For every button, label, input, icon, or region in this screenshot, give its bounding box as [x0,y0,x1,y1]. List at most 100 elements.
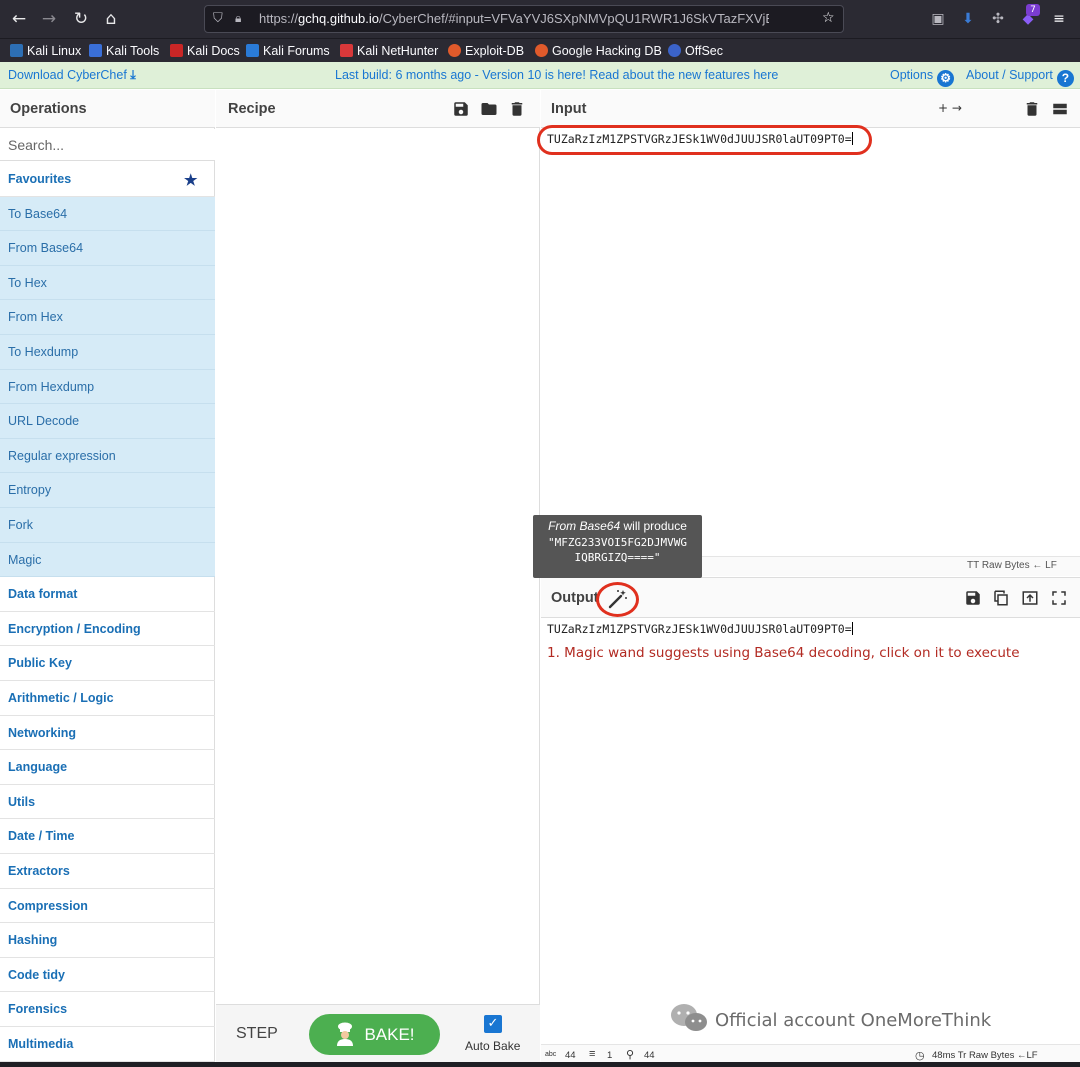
tooltip-op-name: From Base64 [548,519,621,533]
menu-icon[interactable]: ≡ [1049,9,1069,29]
download-cyberchef-link[interactable]: Download CyberChef ⤓ [8,68,136,83]
home-icon[interactable]: ⌂ [100,8,122,30]
input-header: Input + → [541,90,1080,128]
favourite-operation[interactable]: URL Decode [0,404,215,439]
favourite-operation[interactable]: Regular expression [0,438,215,474]
cyberchef-banner: Download CyberChef ⤓ Last build: 6 month… [0,62,1080,89]
help-icon: ? [1056,70,1074,87]
bake-button[interactable]: BAKE! [309,1014,440,1055]
bookmark-google-hacking-db[interactable]: Google Hacking DB [535,42,662,60]
output-lines: 1 [607,1050,613,1061]
watermark-text: Official account OneMoreThink [715,1010,992,1031]
ghdb-icon [535,44,548,57]
options-link[interactable]: Options ⚙ [890,68,955,87]
save-icon[interactable] [964,589,982,607]
favourite-operation[interactable]: To Hexdump [0,335,215,370]
favourite-operation[interactable]: From Base64 [0,231,215,266]
operation-category[interactable]: Utils [0,785,215,820]
step-button[interactable]: STEP [236,1025,278,1043]
output-length: 44 [565,1050,576,1061]
operation-category[interactable]: Compression [0,889,215,924]
operation-category[interactable]: Multimedia [0,1027,215,1062]
category-favourites[interactable]: Favourites ★ [0,162,215,197]
auto-bake-checkbox[interactable]: ✓ [484,1015,502,1033]
bookmark-offsec[interactable]: OffSec [668,42,723,60]
kali-docs-icon [170,44,183,57]
trash-icon[interactable] [508,100,526,118]
bottom-edge [0,1062,1080,1067]
operation-category[interactable]: Encryption / Encoding [0,612,215,647]
recipe-panel: Recipe STEP BAKE! ✓ Auto Bake [216,90,540,1067]
nethunter-icon [340,44,353,57]
operations-title: Operations [10,101,87,117]
operation-category[interactable]: Code tidy [0,958,215,993]
url-bar[interactable]: ⛉ 🔒︎ https://gchq.github.io/CyberChef/#i… [204,5,844,33]
folder-icon[interactable] [480,100,498,118]
maximize-icon[interactable] [1050,589,1068,607]
bake-label: BAKE! [364,1025,415,1044]
operation-category[interactable]: Language [0,750,215,785]
kali-icon [10,44,23,57]
favourite-operation[interactable]: Entropy [0,473,215,508]
operation-category[interactable]: Arithmetic / Logic [0,681,215,716]
browser-toolbar: ← → ↻ ⌂ ⛉ 🔒︎ https://gchq.github.io/Cybe… [0,0,1080,38]
operation-category[interactable]: Data format [0,577,215,612]
input-panel: Input + → TUZaRzIzM1ZPSTVGRzJESk1WV0dJUU… [541,90,1080,576]
operation-category[interactable]: Networking [0,716,215,751]
favourite-operation[interactable]: To Base64 [0,196,215,232]
bookmark-kali-docs[interactable]: Kali Docs [170,42,240,60]
operation-category[interactable]: Date / Time [0,819,215,854]
output-text[interactable]: TUZaRzIzM1ZPSTVGRzJESk1WV0dJUUJSR0laUT09… [547,622,853,636]
favourite-operation[interactable]: From Hex [0,300,215,335]
favourite-operation[interactable]: Fork [0,508,215,543]
about-label: About / Support [966,68,1053,82]
star-icon[interactable]: ★ [184,171,197,189]
copy-icon[interactable] [992,589,1010,607]
back-arrow-icon[interactable]: ← [8,8,30,30]
operation-category[interactable]: Public Key [0,646,215,681]
favourite-operation[interactable]: To Hex [0,265,215,301]
operation-category[interactable]: Forensics [0,992,215,1027]
lock-icon: 🔒︎ [235,11,242,25]
clock-icon: ◷ [915,1050,925,1062]
input-encoding-status[interactable]: TT Raw Bytes ← LF [967,560,1057,571]
bookmark-kali-linux[interactable]: Kali Linux [10,42,81,60]
add-input-tab-button[interactable]: + → [938,101,962,115]
annotation-note: 1. Magic wand suggests using Base64 deco… [547,645,1020,661]
reload-icon[interactable]: ↻ [70,8,92,30]
output-value: TUZaRzIzM1ZPSTVGRzJESk1WV0dJUUJSR0laUT09… [547,622,852,636]
output-encoding-status[interactable]: 48ms Tr Raw Bytes ←LF [932,1050,1038,1061]
bookmark-star-icon[interactable]: ☆ [822,10,835,26]
bookmark-exploit-db[interactable]: Exploit-DB [448,42,524,60]
extensions-icon[interactable]: ✣ [988,9,1008,29]
operation-category[interactable]: Extractors [0,854,215,889]
replace-input-icon[interactable] [1021,589,1039,607]
length-icon: abc [545,1051,557,1058]
highlight-circle-wand [596,582,639,617]
bookmark-kali-forums[interactable]: Kali Forums [246,42,330,60]
position-icon: ⚲ [626,1049,635,1061]
save-icon[interactable] [452,100,470,118]
build-info-link[interactable]: Last build: 6 months ago - Version 10 is… [335,68,778,82]
operation-category[interactable]: Hashing [0,923,215,958]
bake-area: STEP BAKE! ✓ Auto Bake [216,1004,540,1067]
favourite-operation[interactable]: Magic [0,542,215,578]
layout-icon[interactable] [1051,100,1069,118]
download-icon: ⤓ [130,68,136,82]
about-support-link[interactable]: About / Support? [966,68,1074,87]
tooltip-line-1: From Base64 will produce [539,519,696,533]
pocket-icon[interactable]: ▣ [928,9,948,29]
download-icon[interactable]: ⬇ [958,9,978,29]
favourite-operation[interactable]: From Hexdump [0,369,215,405]
forward-arrow-icon[interactable]: → [38,8,60,30]
bookmark-kali-tools[interactable]: Kali Tools [89,42,159,60]
trash-icon[interactable] [1023,100,1041,118]
operations-search-input[interactable] [0,129,215,161]
input-title: Input [551,101,587,117]
output-panel: Output TUZaRzIzM1ZPSTVGRzJESk1WV0dJUUJSR… [541,577,1080,1067]
shield-icon: ⛉ [213,11,223,26]
chef-icon [337,1022,354,1046]
download-label: Download CyberChef [8,68,127,82]
bookmark-kali-nethunter[interactable]: Kali NetHunter [340,42,438,60]
recipe-title: Recipe [228,101,276,117]
